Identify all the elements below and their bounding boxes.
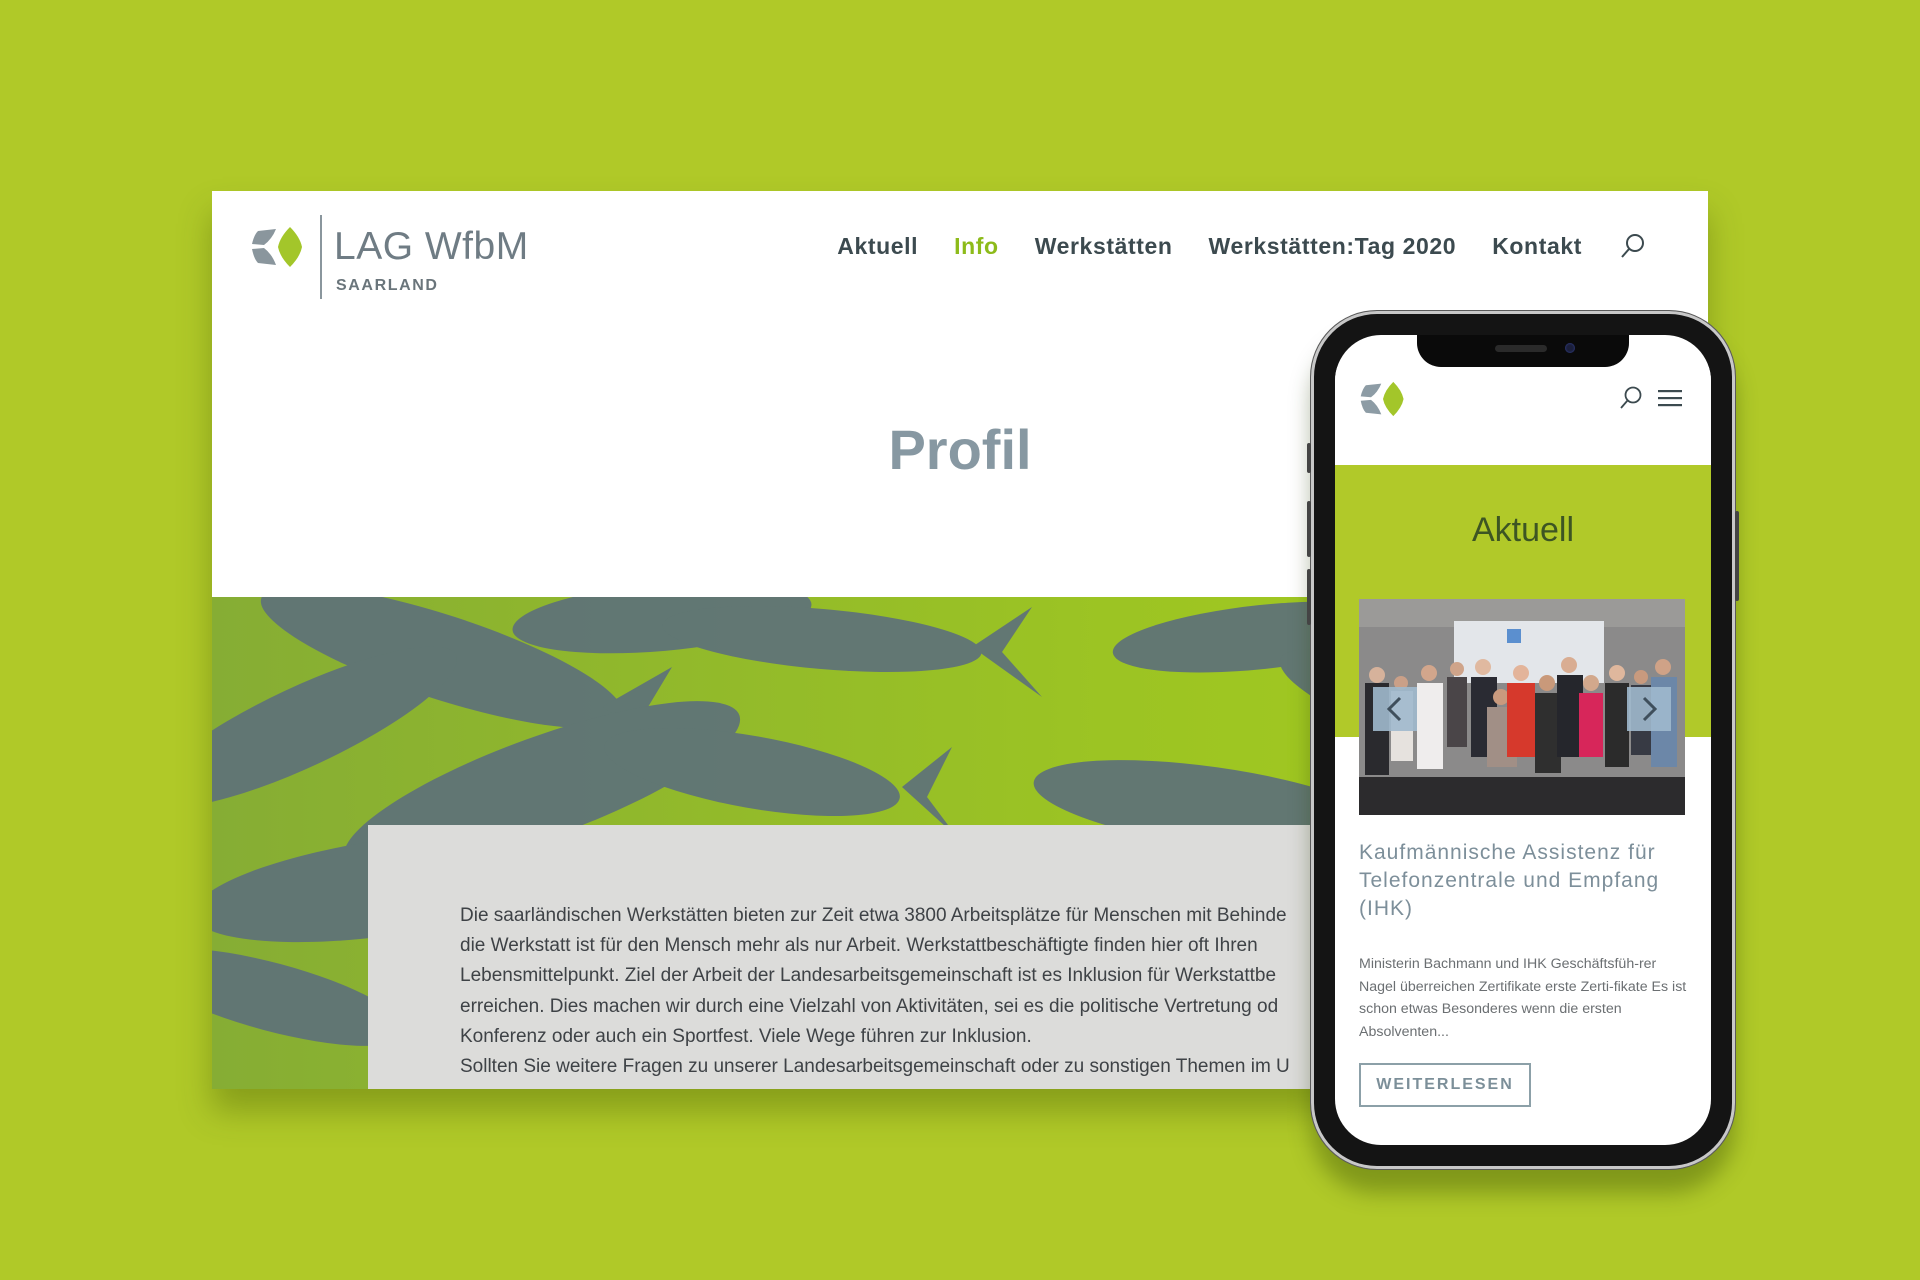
nav-item-aktuell[interactable]: Aktuell (837, 233, 918, 260)
lag-wfbm-logo-icon[interactable] (250, 219, 306, 275)
phone-camera (1565, 343, 1575, 353)
main-nav: Aktuell Info Werkstätten Werkstätten:Tag… (801, 231, 1648, 261)
phone-power-button (1735, 511, 1739, 601)
section-title: Aktuell (1471, 511, 1575, 549)
post-title[interactable]: Kaufmännische Assistenz für Telefonzentr… (1359, 839, 1689, 923)
nav-item-kontakt[interactable]: Kontakt (1492, 233, 1582, 260)
phone-volume-up-button (1307, 501, 1311, 557)
phone-volume-down-button (1307, 569, 1311, 625)
post-excerpt: Ministerin Bachmann und IHK Geschäftsfüh… (1359, 956, 1687, 1040)
lag-wfbm-logo-icon[interactable] (1359, 375, 1407, 423)
phone-notch (1417, 335, 1629, 367)
chevron-left-icon (1386, 696, 1402, 722)
certificate-ceremony-group-photo (1359, 599, 1685, 815)
hamburger-menu-icon[interactable] (1657, 388, 1683, 408)
nav-item-werkstaetten[interactable]: Werkstätten (1035, 233, 1173, 260)
site-header: LAG WfbM SAARLAND Aktuell Info Werkstätt… (212, 191, 1708, 311)
logo-divider (320, 215, 322, 299)
slider-prev-button[interactable] (1373, 687, 1417, 731)
phone-speaker (1495, 345, 1547, 352)
phone-side-button (1307, 443, 1311, 473)
logo-title[interactable]: LAG WfbM (334, 225, 529, 269)
nav-item-werkstaetten-tag-2020[interactable]: Werkstätten:Tag 2020 (1209, 233, 1457, 260)
nav-item-info[interactable]: Info (954, 233, 999, 260)
search-icon[interactable] (1618, 231, 1648, 261)
phone-screen: Aktuell Kaufmännische Assistenz für Tele… (1335, 335, 1711, 1145)
read-more-button[interactable]: WEITERLESEN (1359, 1063, 1531, 1107)
mobile-phone-mockup: Aktuell Kaufmännische Assistenz für Tele… (1307, 311, 1739, 1169)
chevron-right-icon (1642, 696, 1658, 722)
logo-subtitle: SAARLAND (336, 277, 439, 294)
slider-next-button[interactable] (1627, 687, 1671, 731)
search-icon[interactable] (1617, 384, 1645, 412)
